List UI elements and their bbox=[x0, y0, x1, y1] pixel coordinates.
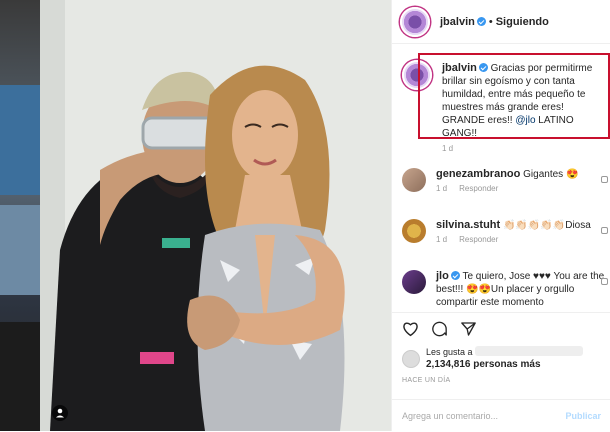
comment-body: silvina.stuht 👏🏻👏🏻👏🏻👏🏻👏🏻Diosa 1 d Respond… bbox=[436, 219, 601, 244]
instagram-post-view: jbalvin • Siguiendo jbalvin Gracias por … bbox=[0, 0, 610, 431]
comment-avatar[interactable] bbox=[402, 270, 426, 294]
likes-count[interactable]: 2,134,816 personas más bbox=[426, 359, 541, 370]
comment-input[interactable]: Agrega un comentario... bbox=[402, 411, 498, 421]
verified-icon bbox=[450, 271, 460, 280]
share-icon[interactable] bbox=[460, 321, 477, 337]
reply-button[interactable]: Responder bbox=[459, 235, 498, 244]
heart-icon[interactable] bbox=[402, 321, 419, 337]
comment-meta: 1 d Responder bbox=[436, 235, 601, 244]
comment-avatar[interactable] bbox=[402, 168, 426, 192]
comment-username[interactable]: jlo bbox=[436, 270, 449, 282]
comment-content: Gigantes 😍 bbox=[523, 169, 579, 180]
comment-meta: 1 d Responder bbox=[436, 184, 596, 193]
likes-prefix: Les gusta a bbox=[426, 347, 473, 357]
avatar[interactable] bbox=[402, 349, 420, 368]
post-photo[interactable] bbox=[40, 0, 391, 431]
likes-summary: Les gusta a 2,134,816 personas más bbox=[402, 346, 584, 371]
post-header: jbalvin • Siguiendo bbox=[392, 0, 610, 44]
caption-time[interactable]: 1 d bbox=[442, 144, 606, 153]
caption-highlight-box bbox=[418, 53, 610, 139]
comment-username[interactable]: silvina.stuht bbox=[436, 219, 500, 231]
post-actions-section: Les gusta a 2,134,816 personas más HACE … bbox=[392, 312, 610, 431]
heart-icon[interactable] bbox=[601, 227, 608, 234]
post-side-panel: jbalvin • Siguiendo jbalvin Gracias por … bbox=[391, 0, 610, 431]
comment: genezambranoo Gigantes 😍 1 d Responder bbox=[402, 168, 608, 193]
following-button[interactable]: Siguiendo bbox=[496, 16, 549, 28]
liker-name-redacted bbox=[475, 346, 584, 356]
comment-body: genezambranoo Gigantes 😍 1 d Responder bbox=[436, 168, 596, 193]
action-icons bbox=[402, 321, 477, 337]
comment-username[interactable]: genezambranoo bbox=[436, 168, 520, 180]
comment-content: Te quiero, Jose ♥♥♥ You are the best!!! … bbox=[436, 271, 605, 308]
likes-text: Les gusta a 2,134,816 personas más bbox=[426, 346, 584, 371]
avatar[interactable] bbox=[400, 6, 430, 37]
publish-button[interactable]: Publicar bbox=[565, 411, 601, 421]
background-page-strip bbox=[0, 0, 40, 431]
heart-icon[interactable] bbox=[601, 278, 608, 285]
post-photo-illustration bbox=[40, 0, 391, 431]
comment-content: 👏🏻👏🏻👏🏻👏🏻👏🏻Diosa bbox=[502, 220, 591, 231]
comment-avatar[interactable] bbox=[402, 219, 426, 243]
comment-text: silvina.stuht 👏🏻👏🏻👏🏻👏🏻👏🏻Diosa bbox=[436, 219, 601, 232]
verified-icon bbox=[476, 17, 486, 26]
user-tag-icon[interactable] bbox=[52, 405, 68, 421]
comment: jlo Te quiero, Jose ♥♥♥ You are the best… bbox=[402, 270, 608, 309]
heart-icon[interactable] bbox=[601, 176, 608, 183]
comment-body: jlo Te quiero, Jose ♥♥♥ You are the best… bbox=[436, 270, 608, 309]
comment-text: jlo Te quiero, Jose ♥♥♥ You are the best… bbox=[436, 270, 608, 309]
reply-button[interactable]: Responder bbox=[459, 184, 498, 193]
comment: silvina.stuht 👏🏻👏🏻👏🏻👏🏻👏🏻Diosa 1 d Respond… bbox=[402, 219, 608, 244]
comment-time[interactable]: 1 d bbox=[436, 235, 447, 244]
header-user: jbalvin • Siguiendo bbox=[440, 16, 549, 28]
comment-text: genezambranoo Gigantes 😍 bbox=[436, 168, 596, 181]
header-username[interactable]: jbalvin bbox=[440, 16, 475, 28]
header-separator: • bbox=[488, 15, 493, 28]
post-time[interactable]: HACE UN DÍA bbox=[402, 377, 450, 384]
comment-icon[interactable] bbox=[431, 321, 448, 337]
comment-input-bar: Agrega un comentario... Publicar bbox=[392, 399, 610, 432]
comment-time[interactable]: 1 d bbox=[436, 184, 447, 193]
